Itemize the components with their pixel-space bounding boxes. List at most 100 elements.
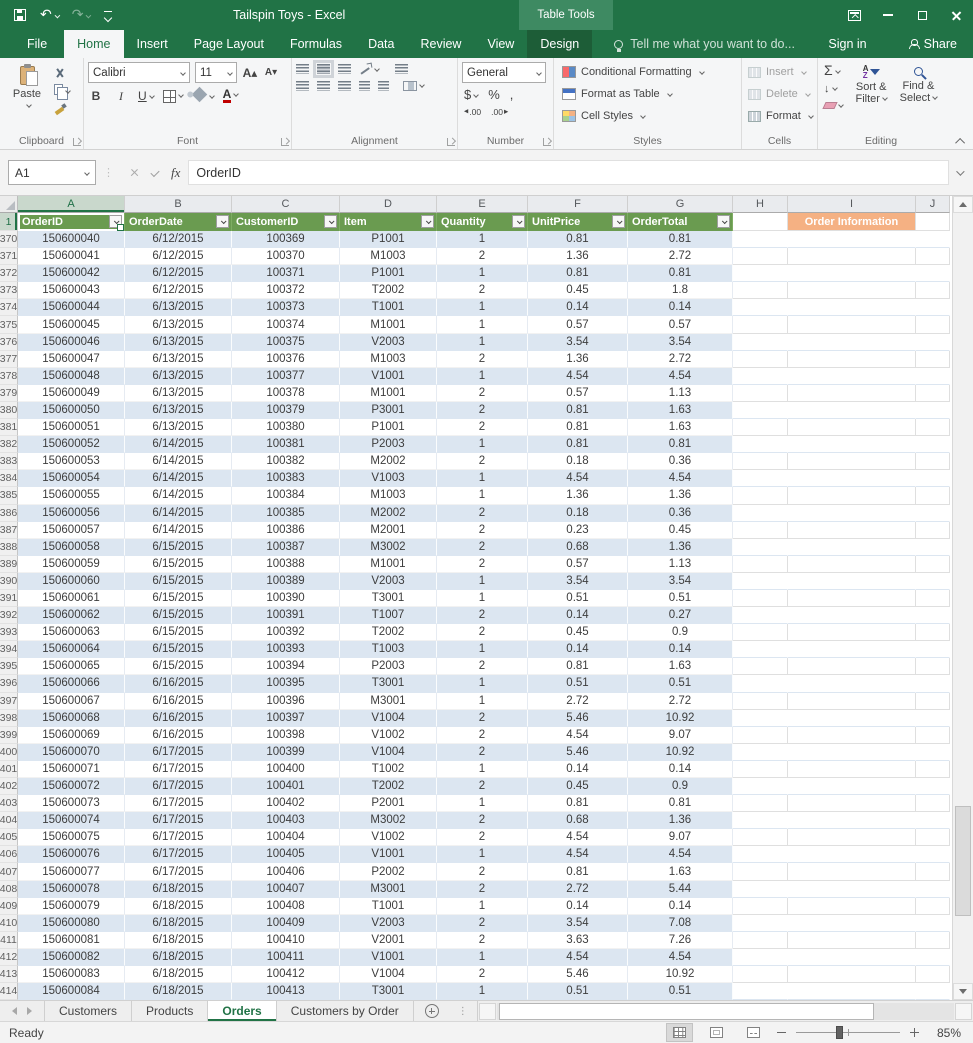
cell[interactable]: 4.54	[528, 829, 628, 847]
cell-empty[interactable]	[916, 624, 950, 642]
cell[interactable]: 2	[437, 914, 528, 932]
scroll-up-button[interactable]	[953, 196, 973, 213]
cell[interactable]: 1	[437, 470, 528, 488]
ribbon-tab-review[interactable]: Review	[407, 30, 474, 58]
formula-input[interactable]: OrderID	[188, 160, 949, 185]
cell[interactable]: 100413	[232, 983, 340, 1000]
row-header-388[interactable]: 388	[0, 538, 18, 556]
cell[interactable]: 150600083	[18, 966, 125, 984]
order-information-header[interactable]: Order Information	[788, 213, 916, 231]
cell[interactable]: V2003	[340, 572, 437, 590]
cell[interactable]: 6/14/2015	[125, 487, 232, 505]
table-header-orderid[interactable]: OrderID	[18, 213, 125, 231]
cell[interactable]: 4.54	[628, 846, 733, 864]
borders-button[interactable]	[162, 89, 184, 103]
cell[interactable]: 2	[437, 863, 528, 881]
cell-empty[interactable]	[733, 743, 788, 761]
cell[interactable]: 100412	[232, 966, 340, 984]
cell[interactable]: 2	[437, 966, 528, 984]
cell-empty[interactable]	[916, 470, 950, 488]
cell[interactable]: 1.36	[528, 350, 628, 368]
cell[interactable]: 0.51	[528, 589, 628, 608]
cell[interactable]: 100404	[232, 829, 340, 847]
cell[interactable]: 100403	[232, 812, 340, 830]
cell-empty[interactable]	[916, 778, 950, 796]
cell-empty[interactable]	[916, 248, 950, 266]
cell[interactable]: 0.57	[528, 384, 628, 402]
cell[interactable]: 150600049	[18, 384, 125, 402]
cell[interactable]: V1002	[340, 829, 437, 847]
cell-empty[interactable]	[733, 948, 788, 967]
cell-empty[interactable]	[788, 572, 916, 590]
cell-empty[interactable]	[733, 470, 788, 488]
cell[interactable]: M2002	[340, 453, 437, 471]
row-header-384[interactable]: 384	[0, 470, 18, 488]
row-header-399[interactable]: 399	[0, 726, 18, 744]
cut-icon[interactable]	[54, 67, 66, 79]
cell[interactable]: 1	[437, 948, 528, 967]
cell-empty[interactable]	[788, 299, 916, 317]
cell[interactable]: 1	[437, 589, 528, 608]
cell[interactable]: 0.9	[628, 624, 733, 642]
cell-empty[interactable]	[733, 966, 788, 984]
conditional-formatting-button[interactable]: Conditional Formatting	[562, 62, 737, 82]
cell[interactable]: 1.36	[628, 538, 733, 556]
column-header-j[interactable]: J	[916, 196, 950, 213]
cell[interactable]: 150600054	[18, 470, 125, 488]
cell[interactable]: 150600073	[18, 795, 125, 813]
cell[interactable]: P2003	[340, 436, 437, 454]
cell-empty[interactable]	[916, 282, 950, 300]
sheet-tab-options-icon[interactable]: ⋮	[450, 1001, 477, 1021]
cell[interactable]: 2	[437, 555, 528, 573]
column-header-e[interactable]: E	[437, 196, 528, 213]
ribbon-display-options-button[interactable]	[837, 0, 871, 30]
column-header-c[interactable]: C	[232, 196, 340, 213]
cell[interactable]: 2	[437, 743, 528, 761]
row-header-372[interactable]: 372	[0, 265, 18, 283]
align-right-icon[interactable]	[338, 81, 351, 91]
page-break-view-button[interactable]	[740, 1023, 767, 1042]
cell[interactable]: P1001	[340, 265, 437, 283]
row-header-389[interactable]: 389	[0, 555, 18, 573]
cell[interactable]: 6/16/2015	[125, 692, 232, 710]
cell-empty[interactable]	[733, 829, 788, 847]
scroll-left-button[interactable]	[478, 1002, 496, 1020]
cell[interactable]: 0.14	[528, 641, 628, 659]
cell-empty[interactable]	[733, 589, 788, 608]
ribbon-tab-view[interactable]: View	[474, 30, 527, 58]
cell-empty[interactable]	[788, 384, 916, 402]
cell[interactable]: 6/13/2015	[125, 299, 232, 317]
cell-empty[interactable]	[788, 760, 916, 778]
filter-button-quantity[interactable]	[512, 215, 525, 228]
cell-empty[interactable]	[916, 453, 950, 471]
cell-empty[interactable]	[788, 675, 916, 693]
cell[interactable]: 1	[437, 265, 528, 283]
cell[interactable]: 4.54	[528, 846, 628, 864]
cell-empty[interactable]	[788, 555, 916, 573]
cell-empty[interactable]	[733, 333, 788, 351]
cell[interactable]: 1	[437, 983, 528, 1000]
cell[interactable]: 2	[437, 401, 528, 420]
cell[interactable]: 2	[437, 504, 528, 522]
cell[interactable]: 6/13/2015	[125, 316, 232, 334]
cell[interactable]: 0.51	[528, 675, 628, 693]
cell[interactable]: 1	[437, 897, 528, 915]
cell[interactable]: 2	[437, 624, 528, 642]
scroll-right-button[interactable]	[955, 1002, 972, 1020]
cell[interactable]: 6/14/2015	[125, 504, 232, 522]
cell-empty[interactable]	[733, 487, 788, 505]
cell[interactable]: 150600042	[18, 265, 125, 283]
cell[interactable]: 6/14/2015	[125, 436, 232, 454]
cell[interactable]: 6/18/2015	[125, 931, 232, 949]
cell-empty[interactable]	[916, 983, 950, 1000]
cell[interactable]: 100408	[232, 897, 340, 915]
ribbon-tab-data[interactable]: Data	[355, 30, 407, 58]
sheet-tab-products[interactable]: Products	[132, 1001, 209, 1021]
cell-empty[interactable]	[788, 248, 916, 266]
collapse-ribbon-icon[interactable]	[955, 137, 966, 148]
cell[interactable]: 0.14	[628, 897, 733, 915]
cell[interactable]: M2002	[340, 504, 437, 522]
increase-decimal-button[interactable]: ▸ .00	[464, 106, 481, 118]
copy-button[interactable]	[54, 84, 71, 100]
wrap-text-icon[interactable]	[395, 64, 408, 74]
